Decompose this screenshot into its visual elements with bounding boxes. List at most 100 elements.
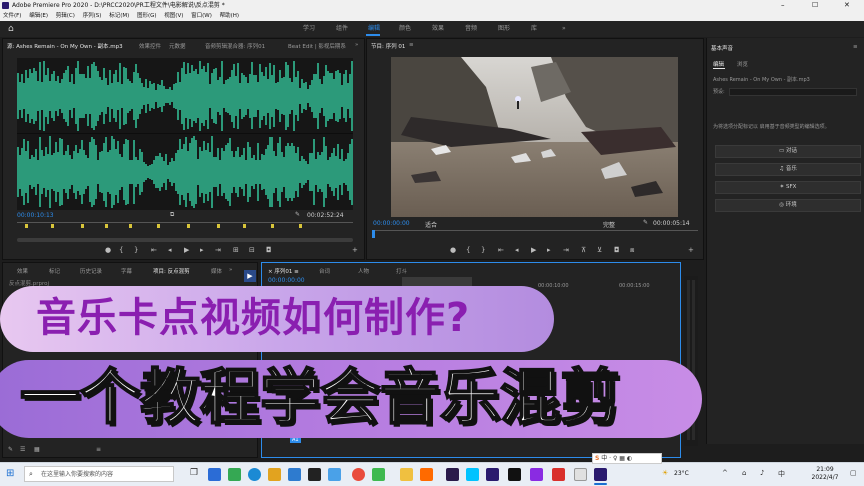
weather-temp[interactable]: 23°C bbox=[674, 470, 689, 477]
tab-program[interactable]: 节目: 序列 01 bbox=[371, 42, 405, 50]
extract-icon[interactable]: ⊻ bbox=[597, 246, 602, 254]
source-zoom-scrollbar[interactable] bbox=[17, 238, 353, 242]
mark-in-icon[interactable]: { bbox=[466, 246, 470, 254]
ime-icon[interactable]: 中 bbox=[778, 469, 785, 479]
preset-dropdown[interactable] bbox=[729, 88, 857, 96]
music-button[interactable]: ♫ 音乐 bbox=[715, 163, 861, 176]
menu-graphics[interactable]: 图形(G) bbox=[137, 13, 157, 19]
tab-media[interactable]: 媒体 bbox=[211, 267, 222, 275]
volume-icon[interactable]: ♪ bbox=[760, 469, 764, 477]
app-icon-11[interactable] bbox=[420, 468, 433, 481]
go-to-in-icon[interactable]: ⇤ bbox=[151, 246, 157, 254]
workspace-assembly[interactable]: 组件 bbox=[336, 21, 348, 37]
app-icon-18[interactable] bbox=[574, 468, 587, 481]
program-playhead-bar[interactable] bbox=[372, 230, 698, 231]
camera-icon[interactable]: ◘ bbox=[266, 246, 272, 254]
task-view-icon[interactable]: ❐ bbox=[190, 468, 198, 478]
play-icon[interactable]: ▶ bbox=[184, 246, 189, 254]
tab-audio-clip-mixer[interactable]: 音频剪辑混合器: 序列01 bbox=[205, 42, 265, 50]
tool-selection-icon[interactable]: ▶ bbox=[244, 270, 256, 282]
beat-marker[interactable] bbox=[217, 224, 220, 228]
step-forward-icon[interactable]: ▸ bbox=[547, 246, 551, 254]
go-to-out-icon[interactable]: ⇥ bbox=[215, 246, 221, 254]
app-icon-8[interactable] bbox=[352, 468, 365, 481]
workspace-libraries[interactable]: 库 bbox=[531, 21, 537, 37]
menu-clip[interactable]: 剪辑(C) bbox=[56, 13, 75, 19]
source-playhead-bar[interactable] bbox=[17, 222, 353, 223]
panel-more-icon[interactable]: » bbox=[229, 267, 232, 273]
notification-icon[interactable]: ▢ bbox=[850, 469, 857, 477]
premiere-taskbar-icon[interactable] bbox=[594, 468, 607, 481]
workspace-effects[interactable]: 效果 bbox=[432, 21, 444, 37]
add-button-icon[interactable]: + bbox=[688, 246, 694, 254]
program-fit-dropdown[interactable]: 适合 bbox=[425, 220, 437, 229]
beat-marker[interactable] bbox=[299, 224, 302, 228]
tab-project[interactable]: 项目: 反点混剪 bbox=[153, 267, 190, 275]
app-icon-15[interactable] bbox=[508, 468, 521, 481]
app-icon-2[interactable] bbox=[228, 468, 241, 481]
insert-icon[interactable]: ⊞ bbox=[233, 246, 239, 254]
windows-start-icon[interactable]: ⊞ bbox=[6, 468, 14, 479]
app-icon-6[interactable] bbox=[308, 468, 321, 481]
menu-help[interactable]: 帮助(H) bbox=[220, 13, 239, 19]
workspace-graphics[interactable]: 图形 bbox=[498, 21, 510, 37]
tab-markers[interactable]: 标记 bbox=[49, 267, 60, 275]
go-to-out-icon[interactable]: ⇥ bbox=[563, 246, 569, 254]
app-icon-9[interactable] bbox=[372, 468, 385, 481]
dialogue-button[interactable]: ▭ 对话 bbox=[715, 145, 861, 158]
tab-effects[interactable]: 效果 bbox=[17, 267, 28, 275]
tab-history[interactable]: 历史记录 bbox=[80, 267, 102, 275]
ambience-button[interactable]: ◎ 环境 bbox=[715, 199, 861, 212]
taskbar-clock[interactable]: 21:09 2022/4/7 bbox=[808, 466, 842, 482]
compare-icon[interactable]: ⧈ bbox=[630, 246, 634, 255]
panel-more-icon[interactable]: » bbox=[355, 42, 358, 48]
audio-waveform[interactable] bbox=[17, 58, 353, 210]
tab-characters-seq[interactable]: 人物 bbox=[358, 267, 369, 275]
mark-out-icon[interactable]: } bbox=[481, 246, 485, 254]
lift-icon[interactable]: ⊼ bbox=[581, 246, 586, 254]
tab-fight-seq[interactable]: 打斗 bbox=[396, 267, 407, 275]
menu-edit[interactable]: 编辑(E) bbox=[29, 13, 48, 19]
wrench-icon[interactable]: ✎ bbox=[295, 211, 300, 218]
source-timecode-in[interactable]: 00:00:10:13 bbox=[17, 212, 54, 219]
tray-chevron-icon[interactable]: ^ bbox=[722, 469, 728, 477]
menu-sequence[interactable]: 序列(S) bbox=[83, 13, 102, 19]
menu-window[interactable]: 窗口(W) bbox=[191, 13, 212, 19]
marker-icon[interactable]: ● bbox=[450, 246, 456, 254]
beat-marker[interactable] bbox=[243, 224, 246, 228]
explorer-icon[interactable] bbox=[268, 468, 281, 481]
program-video-frame[interactable] bbox=[391, 57, 678, 217]
workspace-more-icon[interactable]: » bbox=[562, 21, 566, 37]
app-icon-12[interactable] bbox=[446, 468, 459, 481]
tab-effect-controls[interactable]: 效果控件 bbox=[139, 42, 161, 50]
tab-edit[interactable]: 编辑 bbox=[713, 60, 724, 68]
camera-icon[interactable]: ◘ bbox=[614, 246, 620, 254]
sfx-button[interactable]: ✶ SFX bbox=[715, 181, 861, 194]
beat-marker[interactable] bbox=[271, 224, 274, 228]
overwrite-icon[interactable]: ⊟ bbox=[249, 246, 255, 254]
tab-metadata[interactable]: 元数据 bbox=[169, 42, 186, 50]
program-settings-icon[interactable]: ✎ bbox=[643, 219, 648, 226]
step-forward-icon[interactable]: ▸ bbox=[200, 246, 204, 254]
program-playhead[interactable] bbox=[372, 230, 375, 238]
program-menu-icon[interactable]: ≡ bbox=[409, 42, 414, 48]
beat-marker[interactable] bbox=[105, 224, 108, 228]
play-icon[interactable]: ▶ bbox=[531, 246, 536, 254]
after-effects-icon[interactable] bbox=[486, 468, 499, 481]
timeline-timecode[interactable]: 00:00:00:00 bbox=[268, 277, 305, 284]
app-icon-13[interactable] bbox=[466, 468, 479, 481]
tab-beat-edit[interactable]: Beat Edit | 影视后期系 bbox=[288, 42, 346, 50]
tab-browse[interactable]: 浏览 bbox=[737, 60, 748, 68]
beat-marker[interactable] bbox=[129, 224, 132, 228]
mark-out-icon[interactable]: } bbox=[134, 246, 138, 254]
tab-source[interactable]: 源: Ashes Remain - On My Own - 副本.mp3 bbox=[7, 42, 123, 50]
app-icon-5[interactable] bbox=[288, 468, 301, 481]
zoom-icon[interactable]: ⧉ bbox=[170, 211, 174, 219]
sort-icon[interactable]: ≡ bbox=[96, 446, 101, 453]
app-icon-7[interactable] bbox=[328, 468, 341, 481]
program-quality-dropdown[interactable]: 完整 bbox=[603, 220, 615, 229]
workspace-learning[interactable]: 学习 bbox=[303, 21, 315, 37]
taskbar-search-input[interactable]: ⌕ 在这里输入你要搜索的内容 bbox=[24, 466, 174, 482]
minimize-button[interactable]: – bbox=[781, 0, 785, 11]
tab-sequence-01[interactable]: × 序列01 ≡ bbox=[268, 267, 299, 275]
